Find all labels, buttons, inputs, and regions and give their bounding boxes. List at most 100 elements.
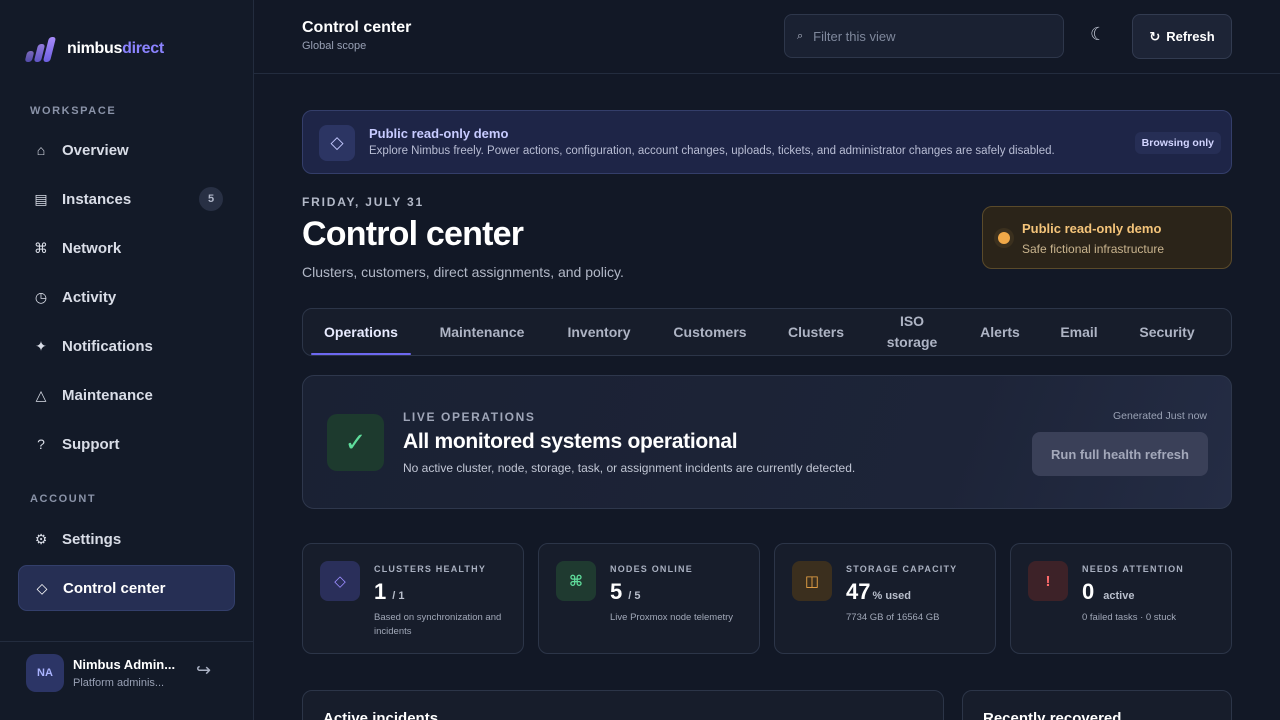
stat-value: 5 / 5 bbox=[610, 579, 640, 605]
stat-value: 0 active bbox=[1082, 579, 1134, 605]
sidebar-item-maintenance[interactable]: △ Maintenance bbox=[18, 372, 235, 418]
sidebar-item-overview[interactable]: ⌂ Overview bbox=[18, 127, 235, 173]
page-date: FRIDAY, JULY 31 bbox=[302, 195, 424, 209]
stat-unit: / 1 bbox=[392, 590, 405, 602]
tab-maintenance[interactable]: Maintenance bbox=[427, 309, 537, 355]
tab-inventory[interactable]: Inventory bbox=[557, 309, 641, 355]
banner-title: Public read-only demo bbox=[369, 126, 509, 141]
tab-email[interactable]: Email bbox=[1055, 309, 1103, 355]
sidebar-item-label: Activity bbox=[62, 288, 117, 306]
alert-icon: ! bbox=[1028, 561, 1068, 601]
workspace-section-label: WORKSPACE bbox=[30, 105, 117, 117]
avatar[interactable]: NA bbox=[26, 654, 64, 692]
user-name: Nimbus Admin... bbox=[73, 657, 176, 672]
search-input[interactable] bbox=[813, 28, 1044, 44]
stat-note: Based on synchronization and incidents bbox=[374, 612, 502, 637]
theme-toggle-moon-icon[interactable]: ☾ bbox=[1090, 24, 1106, 45]
stat-note: Live Proxmox node telemetry bbox=[610, 612, 734, 623]
brand-name: nimbusdirect bbox=[67, 40, 164, 57]
stat-card-nodes: ⌘ NODES ONLINE 5 / 5 Live Proxmox node t… bbox=[538, 543, 760, 654]
browsing-only-badge: Browsing only bbox=[1134, 132, 1221, 154]
sidebar-item-label: Instances bbox=[62, 190, 132, 208]
diamond-icon: ◇ bbox=[320, 561, 360, 601]
nimbus-logo-icon bbox=[24, 36, 60, 62]
checkmark-icon: ✓ bbox=[327, 414, 384, 471]
stat-label: STORAGE CAPACITY bbox=[846, 564, 958, 574]
demo-status-card: Public read-only demo Safe fictional inf… bbox=[982, 206, 1232, 269]
search-icon: ⌕ bbox=[797, 29, 804, 42]
stat-number: 1 bbox=[374, 579, 387, 604]
recently-recovered-panel: Recently recovered bbox=[962, 690, 1232, 720]
stat-card-attention: ! NEEDS ATTENTION 0 active 0 failed task… bbox=[1010, 543, 1232, 654]
status-dot-icon bbox=[998, 232, 1010, 244]
tab-iso-storage[interactable]: ISO storage bbox=[879, 309, 945, 355]
active-incidents-panel: Active incidents bbox=[302, 690, 944, 720]
tab-label-line1: ISO bbox=[899, 313, 925, 329]
refresh-label: Refresh bbox=[1166, 29, 1215, 44]
tab-customers[interactable]: Customers bbox=[665, 309, 755, 355]
page-title: Control center bbox=[302, 215, 524, 253]
tab-operations[interactable]: Operations bbox=[307, 309, 415, 355]
live-operations-title: All monitored systems operational bbox=[403, 430, 738, 453]
demo-status-title: Public read-only demo bbox=[1022, 221, 1162, 236]
stat-unit: active bbox=[1103, 590, 1135, 602]
tab-label-line2: storage bbox=[886, 334, 938, 350]
topbar-title: Control center bbox=[302, 19, 412, 36]
run-health-refresh-button[interactable]: Run full health refresh bbox=[1032, 432, 1208, 476]
refresh-icon: ↻ bbox=[1149, 28, 1161, 44]
page-subtitle: Clusters, customers, direct assignments,… bbox=[302, 264, 624, 280]
generated-timestamp: Generated Just now bbox=[1113, 410, 1207, 422]
stat-label: NODES ONLINE bbox=[610, 564, 693, 574]
warning-icon: △ bbox=[35, 386, 47, 403]
sidebar-item-support[interactable]: ? Support bbox=[18, 421, 235, 467]
sidebar-item-network[interactable]: ⌘ Network bbox=[18, 225, 235, 271]
stat-value: 47 % used bbox=[846, 579, 911, 605]
stat-note: 0 failed tasks · 0 stuck bbox=[1082, 612, 1176, 623]
logout-icon[interactable]: ↪ bbox=[196, 660, 211, 681]
network-icon: ⌘ bbox=[556, 561, 596, 601]
user-role: Platform adminis... bbox=[73, 677, 165, 689]
sidebar-item-notifications[interactable]: ✦ Notifications bbox=[18, 323, 235, 369]
tab-alerts[interactable]: Alerts bbox=[973, 309, 1027, 355]
network-icon: ⌘ bbox=[34, 239, 48, 256]
refresh-button[interactable]: ↻ Refresh bbox=[1132, 14, 1232, 59]
storage-icon: ◫ bbox=[792, 561, 832, 601]
server-icon: ▤ bbox=[34, 190, 48, 207]
tab-security[interactable]: Security bbox=[1133, 309, 1201, 355]
user-profile: NA Nimbus Admin... Platform adminis... ↪ bbox=[0, 641, 254, 720]
clock-icon: ◷ bbox=[34, 288, 48, 305]
stat-label: NEEDS ATTENTION bbox=[1082, 564, 1185, 574]
sidebar-item-label: Support bbox=[62, 435, 120, 453]
home-icon: ⌂ bbox=[36, 142, 46, 158]
sidebar-item-label: Overview bbox=[62, 141, 129, 159]
stat-card-clusters: ◇ CLUSTERS HEALTHY 1 / 1 Based on synchr… bbox=[302, 543, 524, 654]
tab-clusters[interactable]: Clusters bbox=[781, 309, 851, 355]
sidebar-item-settings[interactable]: ⚙ Settings bbox=[18, 516, 235, 562]
diamond-icon: ◇ bbox=[36, 579, 48, 596]
stat-value: 1 / 1 bbox=[374, 579, 404, 605]
stat-unit: % used bbox=[872, 590, 911, 602]
banner-text: Explore Nimbus freely. Power actions, co… bbox=[369, 145, 1055, 157]
sidebar-item-instances[interactable]: ▤ Instances 5 bbox=[18, 176, 235, 222]
brand-logo[interactable]: nimbusdirect bbox=[24, 36, 164, 62]
stat-unit: / 5 bbox=[628, 590, 641, 602]
stat-number: 47 bbox=[846, 579, 871, 604]
stat-label: CLUSTERS HEALTHY bbox=[374, 564, 487, 574]
gear-icon: ⚙ bbox=[34, 530, 48, 547]
account-section-label: ACCOUNT bbox=[30, 493, 97, 505]
instances-count-badge: 5 bbox=[199, 187, 223, 211]
demo-status-subtitle: Safe fictional infrastructure bbox=[1022, 242, 1165, 256]
diamond-icon: ◇ bbox=[319, 125, 355, 161]
topbar: Control center Global scope ⌕ ☾ ↻ Refres… bbox=[254, 0, 1280, 74]
live-operations-card: ✓ LIVE OPERATIONS All monitored systems … bbox=[302, 375, 1232, 509]
search-box[interactable]: ⌕ bbox=[784, 14, 1064, 58]
panel-title: Recently recovered bbox=[983, 710, 1122, 720]
sidebar-item-control-center[interactable]: ◇ Control center bbox=[18, 565, 235, 611]
topbar-scope: Global scope bbox=[302, 40, 367, 52]
help-icon: ? bbox=[37, 436, 45, 452]
live-operations-label: LIVE OPERATIONS bbox=[403, 410, 536, 424]
sidebar-item-label: Settings bbox=[62, 530, 122, 548]
stat-number: 0 bbox=[1082, 579, 1095, 604]
sidebar-item-activity[interactable]: ◷ Activity bbox=[18, 274, 235, 320]
sidebar-item-label: Network bbox=[62, 239, 122, 257]
